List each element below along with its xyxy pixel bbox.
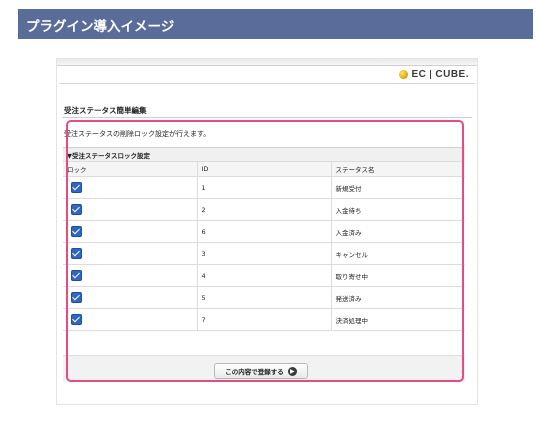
lock-checkbox[interactable] [71, 270, 82, 281]
table-row: 6 入金済み [63, 220, 465, 243]
status-name: 決済処理中 [331, 308, 465, 331]
table-row: 7 決済処理中 [63, 308, 465, 331]
status-id: 6 [197, 220, 332, 243]
table-row: 1 新規受付 [63, 176, 465, 199]
status-name: 新規受付 [331, 176, 465, 199]
lock-checkbox[interactable] [71, 292, 82, 303]
status-name: 入金済み [331, 220, 465, 243]
arrow-right-icon: ▶ [287, 366, 297, 376]
page-description: 受注ステータスの削除ロック設定が行えます。 [64, 130, 211, 138]
header-divider [59, 83, 475, 84]
logo-text-right: CUBE. [435, 68, 469, 80]
column-header-status-name: ステータス名 [331, 161, 465, 177]
status-id: 1 [197, 176, 332, 199]
status-name: キャンセル [331, 242, 465, 265]
table-row: 5 発送済み [63, 286, 465, 309]
logo-mark-icon [399, 69, 409, 79]
status-id: 7 [197, 308, 332, 331]
status-name: 入金待ち [331, 198, 465, 221]
lock-checkbox[interactable] [71, 248, 82, 259]
table-header-row: ロック ID ステータス名 [63, 161, 465, 177]
status-id: 3 [197, 242, 332, 265]
register-button-label: この内容で登録する [225, 368, 284, 376]
lock-checkbox[interactable] [71, 226, 82, 237]
status-name: 取り寄せ中 [331, 264, 465, 287]
register-button[interactable]: この内容で登録する ▶ [214, 363, 308, 379]
eccube-logo: EC CUBE. [399, 67, 469, 81]
column-header-lock: ロック [63, 161, 198, 177]
status-id: 2 [197, 198, 332, 221]
table-row: 4 取り寄せ中 [63, 264, 465, 287]
status-id: 5 [197, 286, 332, 309]
page-title: 受注ステータス簡単編集 [64, 106, 147, 115]
lock-checkbox[interactable] [71, 182, 82, 193]
banner-title: プラグイン導入イメージ [26, 19, 175, 35]
table-row: 3 キャンセル [63, 242, 465, 265]
title-divider [62, 117, 472, 118]
column-header-id: ID [197, 161, 332, 177]
status-lock-table: ▼受注ステータスロック設定 ロック ID ステータス名 1 新規受付 2 入金待… [63, 147, 465, 331]
table-caption-row: ▼受注ステータスロック設定 [63, 147, 465, 162]
window-top-bar [57, 59, 477, 66]
page-banner: プラグイン導入イメージ [18, 9, 533, 39]
lock-checkbox[interactable] [71, 204, 82, 215]
lock-checkbox[interactable] [71, 314, 82, 325]
status-id: 4 [197, 264, 332, 287]
table-row: 2 入金待ち [63, 198, 465, 221]
status-name: 発送済み [331, 286, 465, 309]
logo-text-left: EC [411, 68, 427, 80]
table-caption: ▼受注ステータスロック設定 [63, 147, 465, 162]
